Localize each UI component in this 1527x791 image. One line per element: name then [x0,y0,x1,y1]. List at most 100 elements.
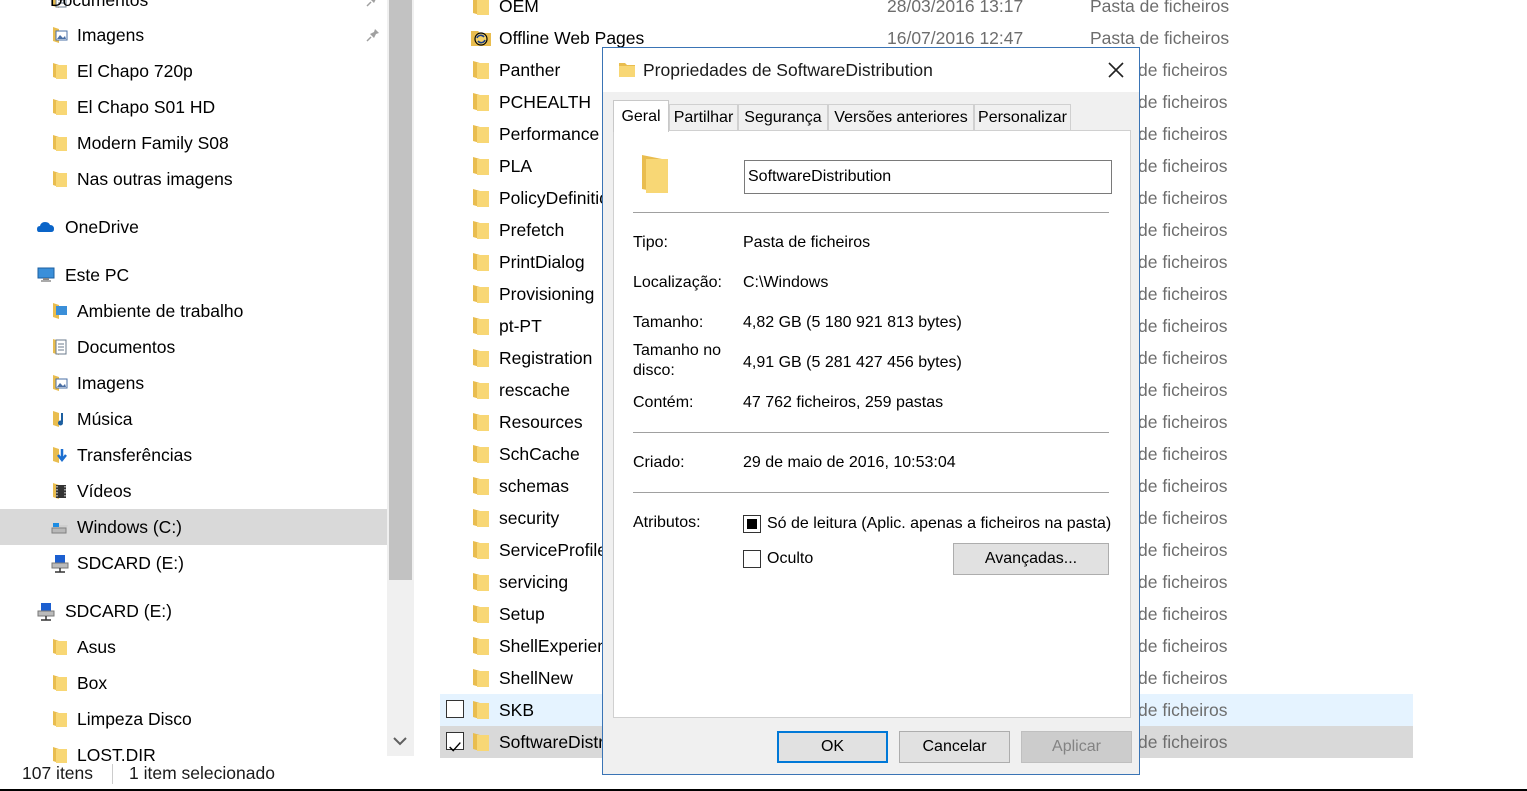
pin-icon[interactable] [366,0,380,18]
network-drive-icon [37,603,55,621]
file-date: 28/03/2016 13:17 [887,0,1024,16]
onedrive-cloud-icon [37,222,54,232]
tab-seguranca[interactable]: Segurança [738,104,828,130]
file-name: Setup [499,604,545,624]
file-name: PrintDialog [499,252,585,272]
folder-icon [473,189,489,207]
pin-icon[interactable] [366,17,380,53]
location-value: C:\Windows [743,274,829,291]
hidden-label: Oculto [767,550,814,567]
apply-button[interactable]: Aplicar [1021,731,1132,763]
folder-icon [53,639,67,655]
file-name: PolicyDefinitio [499,188,609,208]
nav-item[interactable]: Asus [0,629,387,665]
nav-item[interactable]: SDCARD (E:) [0,545,387,581]
row-checkbox[interactable] [446,732,464,752]
file-type: de ficheiros [1138,604,1228,624]
folder-icon [473,541,489,559]
chevron-down-icon[interactable] [390,730,410,752]
nav-item-label: Música [77,409,133,429]
nav-item[interactable]: El Chapo S01 HD [0,89,387,125]
nav-scrollbar-thumb[interactable] [389,0,412,580]
nav-item[interactable]: Imagens [0,365,387,401]
nav-item[interactable]: Documentos [0,0,387,18]
tab-versoes-anteriores[interactable]: Versões anteriores [828,104,974,130]
nav-item[interactable]: Windows (C:) [0,509,387,545]
size-on-disk-label: Tamanho no [633,342,722,359]
tab-geral[interactable]: Geral [613,100,669,132]
nav-item-label: Imagens [77,25,145,45]
folder-icon [473,125,489,143]
nav-item-label: Documentos [50,0,149,10]
tab-personalizar[interactable]: Personalizar [974,104,1071,130]
dialog-title: Propriedades de SoftwareDistribution [643,60,933,80]
folder-icon [53,99,67,115]
file-type: de ficheiros [1138,380,1228,400]
attributes-label: Atributos: [633,514,701,531]
nav-item[interactable]: Este PC [0,257,387,293]
folder-icon [473,573,489,591]
file-type: de ficheiros [1138,508,1228,528]
file-name: PLA [499,156,533,176]
folder-icon [473,701,489,719]
folder-icon [53,135,67,151]
dialog-title-bar[interactable]: Propriedades de SoftwareDistribution [603,48,1139,92]
cancel-button[interactable]: Cancelar [899,731,1010,763]
size-value: 4,82 GB (5 180 921 813 bytes) [743,314,962,331]
close-icon[interactable] [1100,54,1132,86]
nav-item[interactable]: Limpeza Disco [0,701,387,737]
ok-button[interactable]: OK [777,731,888,763]
music-icon [53,411,63,427]
folder-icon [473,669,489,687]
nav-item[interactable]: Modern Family S08 [0,125,387,161]
folder-icon [473,733,489,751]
folder-icon [473,0,489,15]
file-type: de ficheiros [1138,476,1228,496]
advanced-button[interactable]: Avançadas... [953,543,1109,575]
nav-item-label: El Chapo 720p [77,61,193,81]
file-type: de ficheiros [1138,732,1228,752]
nav-item[interactable]: Transferências [0,437,387,473]
nav-item[interactable]: Imagens [0,17,387,53]
contains-label: Contém: [633,394,694,411]
file-type: de ficheiros [1138,636,1228,656]
nav-item-label: Documentos [77,337,176,357]
nav-item[interactable]: El Chapo 720p [0,53,387,89]
readonly-label: Só de leitura (Aplic. apenas a ficheiros… [767,515,1112,532]
type-value: Pasta de ficheiros [743,234,871,251]
folder-icon [473,61,489,79]
folder-icon [473,477,489,495]
file-type: de ficheiros [1138,412,1228,432]
nav-item-label: Vídeos [77,481,132,501]
folder-name-input[interactable] [744,160,1112,194]
file-name: Resources [499,412,583,432]
nav-item[interactable]: SDCARD (E:) [0,593,387,629]
downloads-icon [53,447,67,463]
file-type: de ficheiros [1138,572,1228,592]
file-name: PCHEALTH [499,92,592,112]
nav-item[interactable]: OneDrive [0,209,387,245]
file-row[interactable]: OEM 28/03/2016 13:17 Pasta de ficheiros [440,0,1413,22]
created-label: Criado: [633,454,685,471]
nav-item[interactable]: Vídeos [0,473,387,509]
nav-item[interactable]: Documentos [0,329,387,365]
nav-item[interactable]: Nas outras imagens [0,161,387,197]
size-label: Tamanho: [633,314,704,331]
folder-icon [473,157,489,175]
nav-item-label: Asus [77,637,116,657]
hidden-checkbox[interactable] [743,550,761,568]
row-checkbox[interactable] [446,700,464,718]
item-count: 107 itens [22,763,94,783]
file-type: de ficheiros [1138,540,1228,560]
nav-item[interactable]: Ambiente de trabalho [0,293,387,329]
readonly-checkbox[interactable] [743,515,761,533]
file-type: Pasta de ficheiros [1090,0,1230,16]
general-tab-panel: Tipo: Pasta de ficheiros Localização: C:… [613,130,1131,718]
nav-item[interactable]: Box [0,665,387,701]
nav-item[interactable]: Música [0,401,387,437]
videos-icon [53,483,66,499]
folder-icon [473,93,489,111]
pictures-icon [53,375,68,391]
tab-partilhar[interactable]: Partilhar [669,104,738,130]
size-on-disk-label-2: disco: [633,362,675,379]
